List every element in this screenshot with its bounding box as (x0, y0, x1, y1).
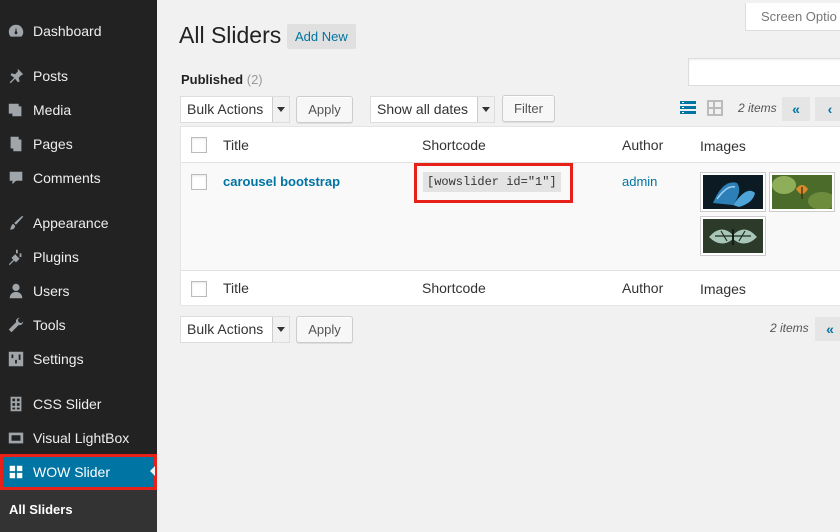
admin-sidebar: Dashboard Posts Media Pages Comments App… (0, 0, 157, 532)
sidebar-item-label: Comments (33, 170, 101, 186)
sidebar-item-label: Plugins (33, 249, 79, 265)
column-author-header: Author (622, 137, 664, 153)
items-count: 2 items (738, 101, 777, 115)
chevron-down-icon (477, 97, 494, 122)
published-label: Published (181, 72, 244, 87)
wrench-icon (5, 316, 27, 334)
active-indicator-arrow (150, 466, 155, 476)
sidebar-item-label: Posts (33, 68, 69, 84)
slide-thumbnail[interactable] (769, 172, 835, 212)
author-link[interactable]: admin (622, 174, 657, 189)
sidebar-item-label: Appearance (33, 215, 109, 231)
sliders-table: Title Shortcode Author Images carousel b… (180, 126, 840, 306)
filter-button[interactable]: Filter (502, 95, 555, 122)
submenu-item-all-sliders[interactable]: All Sliders (9, 502, 73, 517)
excerpt-view-icon[interactable] (705, 98, 725, 118)
table-row: carousel bootstrap [wowslider id="1"] ad… (181, 163, 840, 270)
bulk-actions-select[interactable]: Bulk Actions (180, 96, 290, 123)
user-icon (5, 282, 27, 300)
sidebar-item-dashboard[interactable]: Dashboard (0, 14, 157, 48)
column-title-header[interactable]: Title (223, 137, 249, 153)
page-title: All Sliders (179, 22, 282, 48)
slide-thumbnail[interactable] (700, 172, 766, 212)
sidebar-item-pages[interactable]: Pages (0, 127, 157, 161)
apply-button[interactable]: Apply (296, 96, 353, 123)
column-images-header: Images (700, 138, 746, 154)
column-title-footer[interactable]: Title (223, 280, 249, 296)
search-input[interactable] (688, 58, 840, 86)
add-new-button[interactable]: Add New (287, 24, 356, 49)
sidebar-item-appearance[interactable]: Appearance (0, 206, 157, 240)
slide-thumbnail[interactable] (700, 216, 766, 256)
pager-first-button[interactable]: « (782, 97, 810, 121)
date-filter-value: Show all dates (377, 101, 469, 117)
bulk-actions-value: Bulk Actions (187, 321, 264, 337)
select-all-checkbox[interactable] (191, 137, 207, 153)
sidebar-item-settings[interactable]: Settings (0, 342, 157, 376)
column-author-footer: Author (622, 280, 664, 296)
sidebar-item-label: Tools (33, 317, 66, 333)
pages-icon (5, 135, 27, 153)
date-filter-select[interactable]: Show all dates (370, 96, 495, 123)
column-shortcode-footer: Shortcode (422, 280, 486, 296)
chevron-down-icon (272, 317, 289, 342)
sidebar-item-wow-slider[interactable]: WOW Slider (0, 454, 157, 490)
sidebar-item-label: CSS Slider (33, 396, 102, 412)
sidebar-item-label: Dashboard (33, 23, 102, 39)
sidebar-item-visual-lightbox[interactable]: Visual LightBox (0, 421, 157, 455)
slider-title-link[interactable]: carousel bootstrap (223, 174, 340, 189)
pager-first-button-bottom[interactable]: « (815, 317, 840, 341)
column-shortcode-header: Shortcode (422, 137, 486, 153)
sidebar-item-posts[interactable]: Posts (0, 59, 157, 93)
shortcode-value: [wowslider id="1"] (423, 172, 561, 192)
sidebar-item-label: WOW Slider (33, 464, 110, 480)
table-footer: Title Shortcode Author Images (181, 270, 840, 306)
select-all-checkbox[interactable] (191, 281, 207, 297)
dashboard-icon (5, 22, 27, 40)
camera-icon (5, 429, 27, 447)
column-images-footer: Images (700, 281, 746, 297)
sidebar-item-label: Pages (33, 136, 73, 152)
sidebar-item-label: Visual LightBox (33, 430, 130, 446)
settings-icon (5, 350, 27, 368)
brush-icon (5, 214, 27, 232)
list-view-icon[interactable] (678, 98, 698, 118)
bulk-actions-select-bottom[interactable]: Bulk Actions (180, 316, 290, 343)
sidebar-item-tools[interactable]: Tools (0, 308, 157, 342)
bulk-actions-value: Bulk Actions (187, 101, 264, 117)
chevron-down-icon (272, 97, 289, 122)
sidebar-item-plugins[interactable]: Plugins (0, 240, 157, 274)
apply-button-bottom[interactable]: Apply (296, 316, 353, 343)
grid-icon (5, 395, 27, 413)
published-count: (2) (246, 72, 263, 87)
row-checkbox[interactable] (191, 174, 207, 190)
pager-prev-button[interactable]: ‹ (815, 97, 840, 121)
sidebar-item-media[interactable]: Media (0, 93, 157, 127)
items-count-bottom: 2 items (770, 321, 809, 335)
main-content: Screen Optio All Sliders Add New Publish… (157, 0, 840, 532)
sidebar-item-label: Users (33, 283, 70, 299)
screen-options-button[interactable]: Screen Optio (745, 3, 840, 31)
sidebar-item-comments[interactable]: Comments (0, 161, 157, 195)
sidebar-item-users[interactable]: Users (0, 274, 157, 308)
media-icon (5, 101, 27, 119)
published-filter[interactable]: Published (2) (181, 72, 263, 87)
slider-icon (5, 463, 27, 481)
plugin-icon (5, 248, 27, 266)
sidebar-item-css-slider[interactable]: CSS Slider (0, 387, 157, 421)
pin-icon (5, 67, 27, 85)
comment-icon (5, 169, 27, 187)
sidebar-item-label: Settings (33, 351, 84, 367)
sidebar-item-label: Media (33, 102, 72, 118)
table-header: Title Shortcode Author Images (181, 127, 840, 163)
wow-slider-submenu: All Sliders (0, 490, 157, 532)
